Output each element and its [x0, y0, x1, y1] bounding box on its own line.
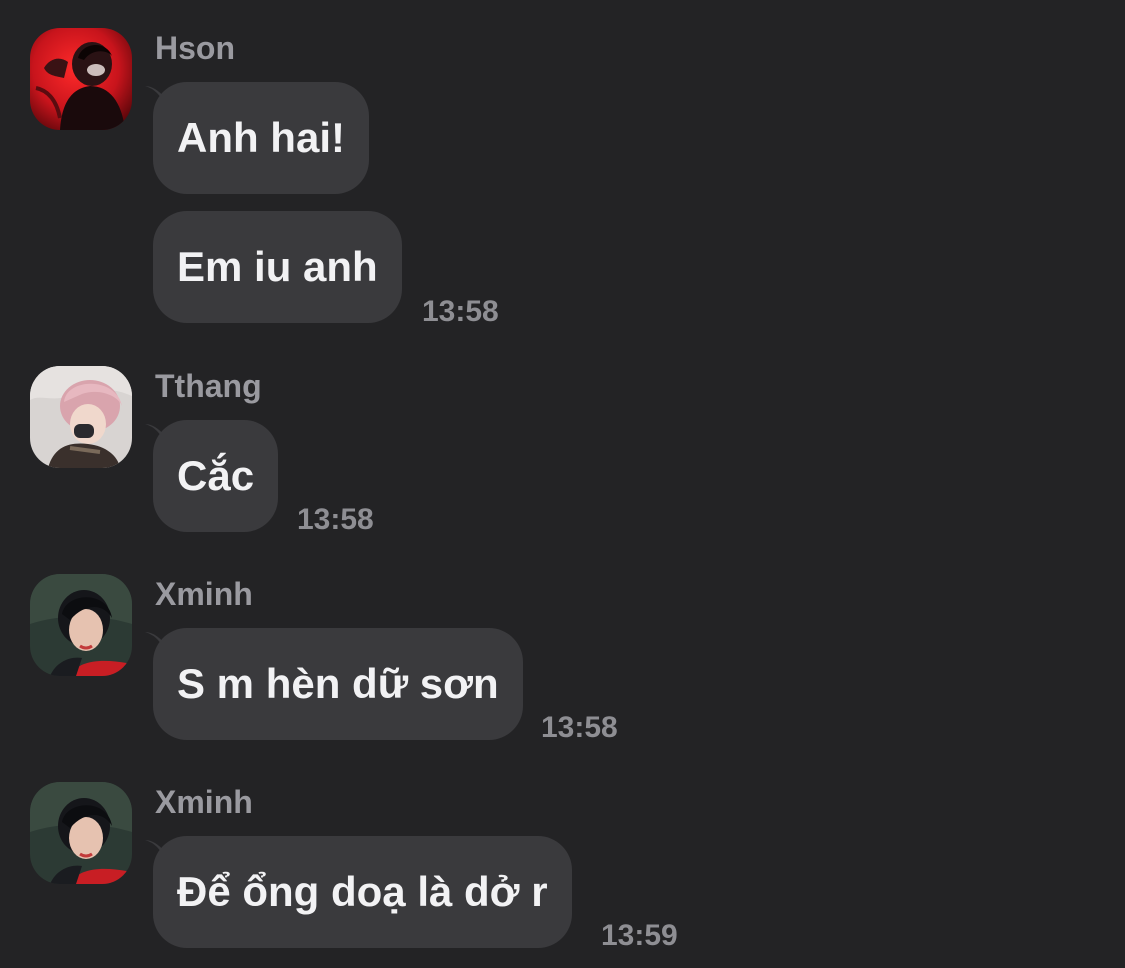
avatar-xminh[interactable] — [30, 574, 132, 676]
message-bubble[interactable]: Em iu anh — [153, 211, 402, 323]
message-timestamp: 13:58 — [297, 503, 374, 536]
avatar-xminh[interactable] — [30, 782, 132, 884]
bubble-tail — [145, 86, 165, 106]
message-text: Cắc — [177, 452, 255, 499]
message-timestamp: 13:58 — [541, 711, 618, 744]
message-bubble[interactable]: S m hèn dữ sơn — [145, 628, 523, 740]
message-text: Em iu anh — [177, 243, 378, 290]
sender-name: Xminh — [155, 784, 253, 820]
bubble-tail — [145, 424, 165, 444]
message-bubble[interactable]: Anh hai! — [145, 82, 369, 194]
avatar-tthang[interactable] — [30, 366, 132, 468]
avatar-hson[interactable] — [30, 28, 132, 130]
message-text: S m hèn dữ sơn — [177, 660, 499, 707]
message-bubble[interactable]: Để ổng doạ là dở r — [145, 836, 572, 948]
message-timestamp: 13:59 — [601, 919, 678, 952]
bubble-tail — [145, 632, 165, 652]
sender-name: Hson — [155, 30, 235, 66]
sender-name: Tthang — [155, 368, 262, 404]
chat-thread: Hson Anh hai! Em iu anh 13:58 Tthang Cắc… — [0, 0, 1125, 968]
message-timestamp: 13:58 — [422, 295, 499, 328]
sender-name: Xminh — [155, 576, 253, 612]
message-text: Anh hai! — [177, 114, 345, 161]
bubble-tail — [145, 840, 165, 860]
message-text: Để ổng doạ là dở r — [177, 868, 548, 915]
message-bubble[interactable]: Cắc — [145, 420, 279, 532]
